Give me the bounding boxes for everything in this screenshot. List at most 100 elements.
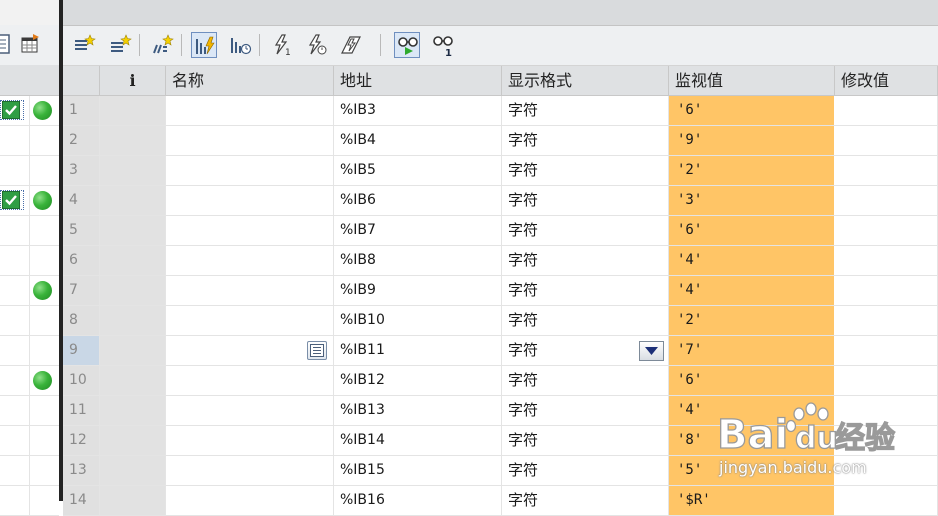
modify-value-cell[interactable] <box>835 186 938 215</box>
header-modify-value[interactable]: 修改值 <box>835 66 938 95</box>
table-row[interactable]: 9 %IB11 字符 '7' <box>63 336 938 366</box>
name-cell[interactable] <box>166 276 334 305</box>
modify-value-cell[interactable] <box>835 336 938 365</box>
display-format-cell[interactable]: 字符 <box>502 396 669 425</box>
monitor-value-cell[interactable]: '6' <box>669 216 835 245</box>
monitor-all-icon[interactable] <box>394 32 420 58</box>
name-cell[interactable] <box>166 396 334 425</box>
format-dropdown-icon[interactable] <box>639 341 664 361</box>
monitor-value-cell[interactable]: '6' <box>669 366 835 395</box>
modify-value-cell[interactable] <box>835 126 938 155</box>
display-format-cell[interactable]: 字符 <box>502 126 669 155</box>
table-row[interactable]: 6 %IB8 字符 '4' <box>63 246 938 276</box>
display-format-cell[interactable]: 字符 <box>502 456 669 485</box>
table-row[interactable]: 2 %IB4 字符 '9' <box>63 126 938 156</box>
list-view-icon[interactable] <box>0 33 12 55</box>
name-cell[interactable] <box>166 456 334 485</box>
address-cell[interactable]: %IB7 <box>334 216 502 245</box>
modify-value-cell[interactable] <box>835 246 938 275</box>
modify-value-cell[interactable] <box>835 426 938 455</box>
name-cell[interactable] <box>166 306 334 335</box>
modify-value-cell[interactable] <box>835 96 938 125</box>
name-cell[interactable] <box>166 96 334 125</box>
display-format-cell[interactable]: 字符 <box>502 306 669 335</box>
display-format-cell[interactable]: 字符 <box>502 276 669 305</box>
address-cell[interactable]: %IB9 <box>334 276 502 305</box>
modify-value-cell[interactable] <box>835 306 938 335</box>
name-cell[interactable] <box>166 426 334 455</box>
modify-trigger-icon[interactable] <box>303 32 329 58</box>
insert-row-icon[interactable] <box>71 32 97 58</box>
display-format-cell[interactable]: 字符 <box>502 186 669 215</box>
address-cell[interactable]: %IB12 <box>334 366 502 395</box>
header-address[interactable]: 地址 <box>334 66 502 95</box>
table-row[interactable]: 3 %IB5 字符 '2' <box>63 156 938 186</box>
modify-now-icon[interactable]: 1 <box>269 32 295 58</box>
name-cell[interactable] <box>166 126 334 155</box>
monitor-value-cell[interactable]: '4' <box>669 276 835 305</box>
monitor-value-cell[interactable]: '2' <box>669 306 835 335</box>
tag-list-icon[interactable] <box>307 341 327 360</box>
monitor-value-cell[interactable]: '5' <box>669 456 835 485</box>
monitor-once-icon[interactable]: 1 <box>430 32 456 58</box>
address-cell[interactable]: %IB5 <box>334 156 502 185</box>
monitor-value-cell[interactable]: '8' <box>669 426 835 455</box>
insert-comment-row-icon[interactable] <box>149 32 175 58</box>
table-row[interactable]: 8 %IB10 字符 '2' <box>63 306 938 336</box>
table-export-icon[interactable] <box>20 33 40 55</box>
display-format-cell[interactable]: 字符 <box>502 246 669 275</box>
name-cell[interactable] <box>166 156 334 185</box>
monitor-value-cell[interactable]: '3' <box>669 186 835 215</box>
address-cell[interactable]: %IB11 <box>334 336 502 365</box>
address-cell[interactable]: %IB13 <box>334 396 502 425</box>
table-row[interactable]: 13 %IB15 字符 '5' <box>63 456 938 486</box>
name-cell[interactable] <box>166 366 334 395</box>
table-row[interactable]: 14 %IB16 字符 '$R' <box>63 486 938 516</box>
address-cell[interactable]: %IB8 <box>334 246 502 275</box>
display-format-cell[interactable]: 字符 <box>502 426 669 455</box>
address-cell[interactable]: %IB3 <box>334 96 502 125</box>
name-cell[interactable] <box>166 186 334 215</box>
trigger-monitor-icon[interactable] <box>191 32 217 58</box>
monitor-value-cell[interactable]: '9' <box>669 126 835 155</box>
modify-value-cell[interactable] <box>835 396 938 425</box>
address-cell[interactable]: %IB6 <box>334 186 502 215</box>
table-row[interactable]: 1 %IB3 字符 '6' <box>63 96 938 126</box>
column-divider <box>29 396 30 425</box>
display-format-cell[interactable]: 字符 <box>502 156 669 185</box>
display-format-cell[interactable]: 字符 <box>502 96 669 125</box>
toolbar-separator <box>380 34 381 56</box>
trigger-time-icon[interactable] <box>227 32 253 58</box>
address-cell[interactable]: %IB4 <box>334 126 502 155</box>
address-cell[interactable]: %IB10 <box>334 306 502 335</box>
header-display-format[interactable]: 显示格式 <box>502 66 669 95</box>
address-cell[interactable]: %IB15 <box>334 456 502 485</box>
add-row-icon[interactable] <box>107 32 133 58</box>
display-format-cell[interactable]: 字符 <box>502 366 669 395</box>
enable-peripheral-icon[interactable] <box>337 32 363 58</box>
monitor-value-cell[interactable]: '6' <box>669 96 835 125</box>
display-format-cell[interactable]: 字符 <box>502 216 669 245</box>
checkmark-icon[interactable] <box>2 101 20 119</box>
table-row[interactable]: 10 %IB12 字符 '6' <box>63 366 938 396</box>
monitor-value-cell[interactable]: '2' <box>669 156 835 185</box>
checkmark-icon[interactable] <box>2 191 20 209</box>
monitor-value-cell[interactable]: '7' <box>669 336 835 365</box>
header-monitor-value[interactable]: 监视值 <box>669 66 835 95</box>
table-row[interactable]: 4 %IB6 字符 '3' <box>63 186 938 216</box>
modify-value-cell[interactable] <box>835 216 938 245</box>
name-cell[interactable] <box>166 216 334 245</box>
header-name[interactable]: 名称 <box>166 66 334 95</box>
table-row[interactable]: 7 %IB9 字符 '4' <box>63 276 938 306</box>
monitor-value-cell[interactable]: '4' <box>669 246 835 275</box>
modify-value-cell[interactable] <box>835 456 938 485</box>
monitor-value-cell[interactable]: '4' <box>669 396 835 425</box>
modify-value-cell[interactable] <box>835 156 938 185</box>
address-cell[interactable]: %IB14 <box>334 426 502 455</box>
modify-value-cell[interactable] <box>835 276 938 305</box>
table-row[interactable]: 11 %IB13 字符 '4' <box>63 396 938 426</box>
table-row[interactable]: 5 %IB7 字符 '6' <box>63 216 938 246</box>
table-row[interactable]: 12 %IB14 字符 '8' <box>63 426 938 456</box>
modify-value-cell[interactable] <box>835 366 938 395</box>
name-cell[interactable] <box>166 246 334 275</box>
